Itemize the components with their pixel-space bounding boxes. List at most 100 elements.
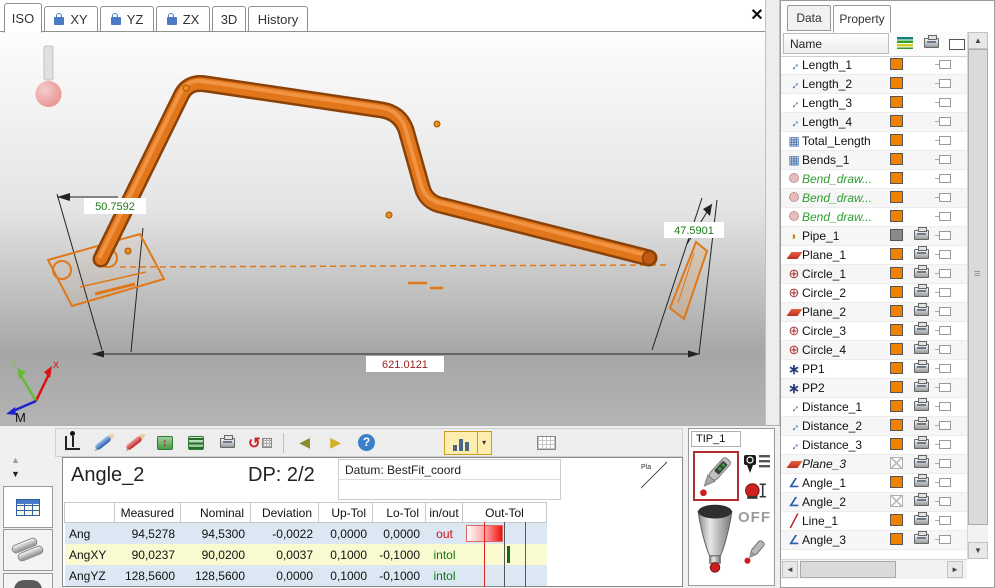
print-icon[interactable] — [914, 306, 929, 316]
probe-settings-icon[interactable] — [743, 453, 771, 477]
edit-blue-pen-icon[interactable] — [93, 432, 113, 454]
coordinate-axes-icon[interactable] — [62, 432, 82, 454]
color-swatch[interactable] — [890, 210, 903, 222]
tab-data[interactable]: Data — [787, 5, 831, 31]
stylus-button-selected[interactable] — [693, 451, 739, 501]
col-header-measured[interactable]: Measured — [114, 502, 181, 523]
value-list-icon[interactable] — [186, 432, 206, 454]
tab-3d[interactable]: 3D — [212, 6, 246, 32]
feature-row[interactable]: Circle_3 — [781, 322, 967, 341]
panel-splitter[interactable] — [765, 0, 780, 425]
scroll-up-icon[interactable] — [968, 32, 988, 49]
report-checkbox[interactable] — [939, 516, 951, 525]
color-swatch[interactable] — [890, 343, 903, 355]
scroll-right-icon[interactable] — [947, 561, 963, 578]
color-swatch[interactable] — [890, 324, 903, 336]
color-swatch[interactable] — [890, 58, 903, 70]
print-icon[interactable] — [914, 230, 929, 240]
tab-xy[interactable]: XY — [44, 6, 98, 32]
recalculate-icon[interactable] — [248, 432, 272, 454]
feature-row[interactable]: Circle_4 — [781, 341, 967, 360]
feature-row[interactable]: Line_1 — [781, 512, 967, 531]
stylus-small-icon[interactable] — [742, 537, 768, 565]
viewport-3d[interactable]: 50.7592 621.0121 47.5901 x y M — [0, 32, 765, 425]
print-icon[interactable] — [914, 515, 929, 525]
sidebar-tab-cylinders[interactable] — [3, 529, 53, 571]
result-row-angxy-selected[interactable]: AngXY 90,0237 90,0200 0,0037 0,1000 -0,1… — [65, 544, 547, 565]
feature-row[interactable]: PP2 — [781, 379, 967, 398]
feature-row[interactable]: Bend_draw... — [781, 189, 967, 208]
report-checkbox[interactable] — [939, 383, 951, 392]
feature-row[interactable]: Distance_3 — [781, 436, 967, 455]
print-icon[interactable] — [914, 420, 929, 430]
feature-row[interactable]: Total_Length — [781, 132, 967, 151]
color-swatch[interactable] — [890, 495, 903, 507]
chevron-down-icon[interactable] — [478, 432, 491, 454]
feature-row[interactable]: Pipe_1 — [781, 227, 967, 246]
color-swatch[interactable] — [890, 134, 903, 146]
vertical-scrollbar[interactable] — [967, 32, 988, 559]
color-swatch[interactable] — [890, 286, 903, 298]
color-swatch[interactable] — [890, 533, 903, 545]
print-icon[interactable] — [914, 477, 929, 487]
report-checkbox[interactable] — [939, 136, 951, 145]
feature-row[interactable]: PP1 — [781, 360, 967, 379]
report-checkbox[interactable] — [939, 535, 951, 544]
grid-view-icon[interactable] — [503, 432, 556, 454]
print-column-icon[interactable] — [924, 38, 939, 48]
color-swatch[interactable] — [890, 153, 903, 165]
color-swatch[interactable] — [890, 400, 903, 412]
print-icon[interactable] — [914, 382, 929, 392]
color-swatch[interactable] — [890, 514, 903, 526]
scene-3d[interactable]: 50.7592 621.0121 47.5901 x y M — [0, 32, 765, 425]
feature-row[interactable]: Circle_1 — [781, 265, 967, 284]
color-swatch[interactable] — [890, 381, 903, 393]
report-checkbox[interactable] — [939, 231, 951, 240]
report-checkbox[interactable] — [939, 193, 951, 202]
report-checkbox[interactable] — [939, 402, 951, 411]
report-checkbox[interactable] — [939, 98, 951, 107]
color-swatch[interactable] — [890, 115, 903, 127]
print-icon[interactable] — [914, 534, 929, 544]
scrollbar-thumb[interactable] — [800, 561, 896, 578]
name-column-header[interactable]: Name — [783, 33, 889, 54]
print-icon[interactable] — [914, 287, 929, 297]
color-swatch[interactable] — [890, 191, 903, 203]
feature-row[interactable]: Plane_1 — [781, 246, 967, 265]
feature-row[interactable]: Length_3 — [781, 94, 967, 113]
collapse-down-icon[interactable]: ▼ — [11, 469, 20, 479]
tab-zx[interactable]: ZX — [156, 6, 210, 32]
edit-red-pen-icon[interactable] — [124, 432, 144, 454]
col-header[interactable] — [64, 502, 115, 523]
feature-row[interactable]: Length_1 — [781, 56, 967, 75]
report-checkbox[interactable] — [939, 117, 951, 126]
col-header-deviation[interactable]: Deviation — [250, 502, 319, 523]
report-checkbox[interactable] — [939, 459, 951, 468]
report-checkbox[interactable] — [939, 60, 951, 69]
sidebar-tab-cone[interactable] — [3, 573, 53, 588]
report-checkbox[interactable] — [939, 478, 951, 487]
report-checkbox[interactable] — [939, 212, 951, 221]
color-swatch[interactable] — [890, 457, 903, 469]
feature-row[interactable]: Angle_2 — [781, 493, 967, 512]
print-icon[interactable] — [914, 496, 929, 506]
report-checkbox[interactable] — [939, 326, 951, 335]
color-swatch[interactable] — [890, 96, 903, 108]
horizontal-scrollbar[interactable] — [781, 559, 967, 579]
print-icon[interactable] — [914, 249, 929, 259]
color-swatch[interactable] — [890, 77, 903, 89]
color-swatch[interactable] — [890, 267, 903, 279]
color-swatch[interactable] — [890, 172, 903, 184]
feature-row[interactable]: Plane_2 — [781, 303, 967, 322]
col-header-inout[interactable]: in/out — [425, 502, 463, 523]
report-checkbox[interactable] — [939, 269, 951, 278]
print-icon[interactable] — [914, 401, 929, 411]
result-row-angyz[interactable]: AngYZ 128,5600 128,5600 0,0000 0,1000 -0… — [65, 565, 547, 586]
report-checkbox[interactable] — [939, 345, 951, 354]
sidebar-tab-results-table[interactable] — [3, 486, 53, 528]
report-checkbox[interactable] — [939, 288, 951, 297]
feature-row[interactable]: Bend_draw... — [781, 208, 967, 227]
color-swatch[interactable] — [890, 419, 903, 431]
import-values-icon[interactable] — [155, 432, 175, 454]
report-column-icon[interactable] — [949, 39, 965, 50]
